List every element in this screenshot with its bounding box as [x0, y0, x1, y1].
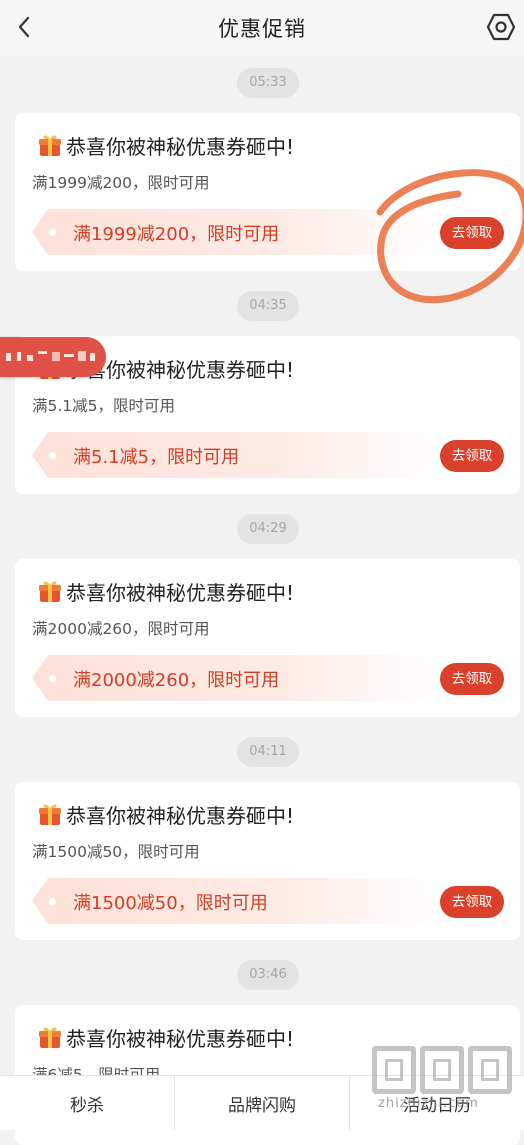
timestamp-pill: 04:35 — [237, 291, 299, 321]
card-subline: 满5.1减5，限时可用 — [32, 397, 176, 415]
headline-text: 恭喜你被神秘优惠券砸中! — [66, 803, 295, 828]
headline-text: 恭喜你被神秘优惠券砸中! — [66, 1026, 295, 1051]
claim-button[interactable]: 去领取 — [440, 217, 504, 249]
gift-icon — [39, 1027, 61, 1048]
top-nav-bar: 优惠促销 — [0, 0, 524, 56]
card-headline: 恭喜你被神秘优惠券砸中! — [37, 799, 294, 829]
timestamp-pill: 03:46 — [237, 960, 299, 990]
claim-button[interactable]: 去领取 — [440, 440, 504, 472]
pixelated-tag — [0, 337, 106, 377]
timestamp-pill: 05:33 — [237, 68, 299, 98]
chevron-left-icon — [18, 16, 30, 38]
card-subline: 满1999减200，限时可用 — [32, 174, 210, 192]
hex-gear-icon — [486, 13, 516, 41]
gift-icon — [39, 135, 61, 156]
coupon-card: 恭喜你被神秘优惠券砸中! 满2000减260，限时可用 满2000减260，限时… — [15, 559, 520, 717]
coupon-notch-dot — [49, 898, 56, 905]
card-subline: 满1500减50，限时可用 — [32, 843, 200, 861]
coupon-card: 恭喜你被神秘优惠券砸中! 满1500减50，限时可用 满1500减50，限时可用… — [15, 782, 520, 940]
coupon-text: 满1500减50，限时可用 — [73, 893, 268, 914]
coupon-notch-dot — [49, 675, 56, 682]
card-headline: 恭喜你被神秘优惠券砸中! — [37, 576, 294, 606]
claim-button[interactable]: 去领取 — [440, 886, 504, 918]
page-title: 优惠促销 — [218, 17, 306, 41]
tab-activity-calendar[interactable]: 活动日历 — [349, 1076, 524, 1130]
card-headline: 恭喜你被神秘优惠券砸中! — [37, 130, 294, 160]
coupon-strip: 满2000减260，限时可用 — [32, 655, 442, 701]
tab-brand-flash[interactable]: 品牌闪购 — [174, 1076, 349, 1130]
coupon-notch-dot — [49, 452, 56, 459]
card-subline: 满2000减260，限时可用 — [32, 620, 210, 638]
claim-button[interactable]: 去领取 — [440, 663, 504, 695]
timestamp-pill: 04:11 — [237, 737, 299, 767]
bottom-tab-bar: 秒杀 品牌闪购 活动日历 — [0, 1075, 524, 1130]
gift-icon — [39, 804, 61, 825]
coupon-card: 恭喜你被神秘优惠券砸中! 满1999减200，限时可用 满1999减200，限时… — [15, 113, 520, 271]
coupon-text: 满2000减260，限时可用 — [73, 670, 280, 691]
headline-text: 恭喜你被神秘优惠券砸中! — [66, 580, 295, 605]
coupon-notch-dot — [49, 229, 56, 236]
timestamp-pill: 04:29 — [237, 514, 299, 544]
gift-icon — [39, 581, 61, 602]
coupon-text: 满1999减200，限时可用 — [73, 224, 280, 245]
card-headline: 恭喜你被神秘优惠券砸中! — [37, 1022, 294, 1052]
coupon-text: 满5.1减5，限时可用 — [73, 447, 240, 468]
coupon-strip: 满5.1减5，限时可用 — [32, 432, 442, 478]
headline-text: 恭喜你被神秘优惠券砸中! — [66, 134, 295, 159]
settings-button[interactable] — [482, 8, 520, 46]
coupon-strip: 满1500减50，限时可用 — [32, 878, 442, 924]
coupon-strip: 满1999减200，限时可用 — [32, 209, 442, 255]
back-button[interactable] — [8, 10, 42, 44]
tab-flash-sale[interactable]: 秒杀 — [0, 1076, 174, 1130]
